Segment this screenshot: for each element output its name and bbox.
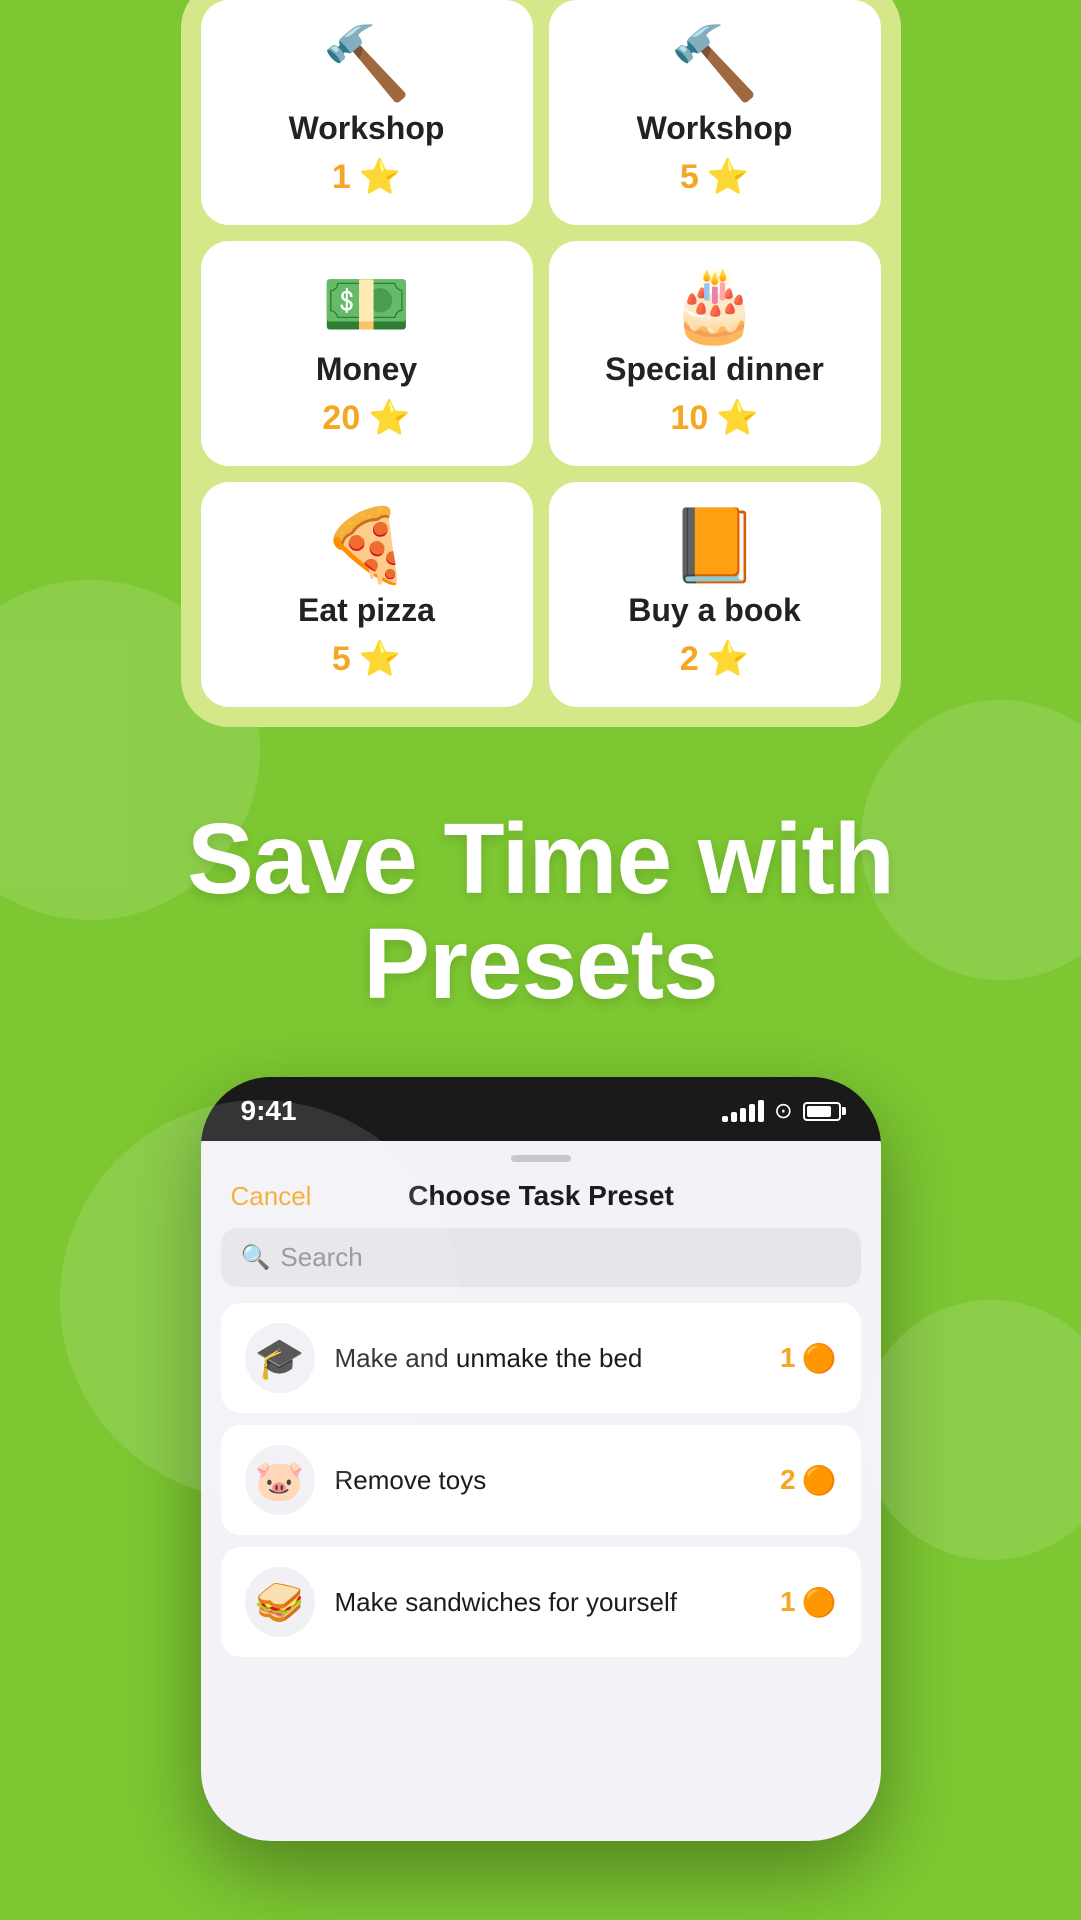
reward-name-workshop1: Workshop [289, 110, 445, 147]
signal-bars-icon [722, 1100, 764, 1122]
reward-cell-workshop5[interactable]: 🔨 Workshop 5 ⭐ [549, 0, 881, 225]
task-star-icon-task3: 🟠 [802, 1586, 837, 1619]
reward-emoji-workshop1: 🔨 [322, 28, 412, 100]
status-icons: ⊙ [722, 1098, 840, 1124]
reward-name-money20: Money [316, 351, 417, 388]
reward-cell-workshop1[interactable]: 🔨 Workshop 1 ⭐ [201, 0, 533, 225]
reward-points-book2: 2 ⭐ [680, 639, 749, 679]
signal-bar-3 [740, 1108, 746, 1122]
signal-bar-5 [758, 1100, 764, 1122]
task-star-icon-task1: 🟠 [802, 1342, 837, 1375]
task-points-value-task1: 1 [780, 1342, 796, 1374]
reward-name-book2: Buy a book [628, 592, 800, 629]
task-points-value-task3: 1 [780, 1586, 796, 1618]
reward-emoji-book2: 📙 [670, 510, 760, 582]
decorative-blob-3 [60, 1100, 460, 1500]
reward-emoji-special10: 🎂 [670, 269, 760, 341]
reward-name-pizza5: Eat pizza [298, 592, 435, 629]
reward-points-value-book2: 2 [680, 640, 699, 679]
reward-points-money20: 20 ⭐ [322, 398, 410, 438]
reward-cell-special10[interactable]: 🎂 Special dinner 10 ⭐ [549, 241, 881, 466]
task-points-task1: 1 🟠 [780, 1342, 836, 1375]
drag-pill [511, 1155, 571, 1162]
reward-cell-book2[interactable]: 📙 Buy a book 2 ⭐ [549, 482, 881, 707]
reward-points-workshop1: 1 ⭐ [332, 157, 401, 197]
reward-points-special10: 10 ⭐ [670, 398, 758, 438]
star-icon-workshop5: ⭐ [707, 157, 749, 197]
task-star-icon-task2: 🟠 [802, 1464, 837, 1497]
star-icon-book2: ⭐ [707, 639, 749, 679]
reward-emoji-money20: 💵 [322, 269, 412, 341]
reward-points-value-special10: 10 [670, 399, 708, 438]
star-icon-pizza5: ⭐ [359, 639, 401, 679]
headline-line2: Presets [363, 908, 717, 1020]
task-points-value-task2: 2 [780, 1464, 796, 1496]
signal-bar-1 [722, 1116, 728, 1122]
reward-name-special10: Special dinner [605, 351, 824, 388]
reward-name-workshop5: Workshop [637, 110, 793, 147]
battery-fill [807, 1106, 831, 1117]
reward-cell-pizza5[interactable]: 🍕 Eat pizza 5 ⭐ [201, 482, 533, 707]
star-icon-workshop1: ⭐ [359, 157, 401, 197]
modal-title: Choose Task Preset [408, 1180, 674, 1212]
task-avatar-task3: 🥪 [245, 1567, 315, 1637]
signal-bar-4 [749, 1104, 755, 1122]
top-rewards-card: 🔨 Workshop 1 ⭐ 🔨 Workshop 5 ⭐ 💵 Money 20… [181, 0, 901, 727]
star-icon-special10: ⭐ [716, 398, 758, 438]
reward-points-pizza5: 5 ⭐ [332, 639, 401, 679]
reward-points-workshop5: 5 ⭐ [680, 157, 749, 197]
reward-emoji-workshop5: 🔨 [670, 28, 760, 100]
task-name-task3: Make sandwiches for yourself [335, 1587, 761, 1618]
signal-bar-2 [731, 1112, 737, 1122]
task-points-task2: 2 🟠 [780, 1464, 836, 1497]
task-name-task2: Remove toys [335, 1465, 761, 1496]
star-icon-money20: ⭐ [368, 398, 410, 438]
reward-points-value-money20: 20 [322, 399, 360, 438]
reward-points-value-workshop1: 1 [332, 158, 351, 197]
rewards-grid: 🔨 Workshop 1 ⭐ 🔨 Workshop 5 ⭐ 💵 Money 20… [201, 0, 881, 707]
battery-icon [803, 1102, 841, 1121]
reward-points-value-pizza5: 5 [332, 640, 351, 679]
reward-cell-money20[interactable]: 💵 Money 20 ⭐ [201, 241, 533, 466]
task-points-task3: 1 🟠 [780, 1586, 836, 1619]
wifi-icon: ⊙ [774, 1098, 792, 1124]
reward-points-value-workshop5: 5 [680, 158, 699, 197]
task-item-task3[interactable]: 🥪 Make sandwiches for yourself 1 🟠 [221, 1547, 861, 1657]
reward-emoji-pizza5: 🍕 [322, 510, 412, 582]
headline-line1: Save Time with [187, 803, 894, 915]
